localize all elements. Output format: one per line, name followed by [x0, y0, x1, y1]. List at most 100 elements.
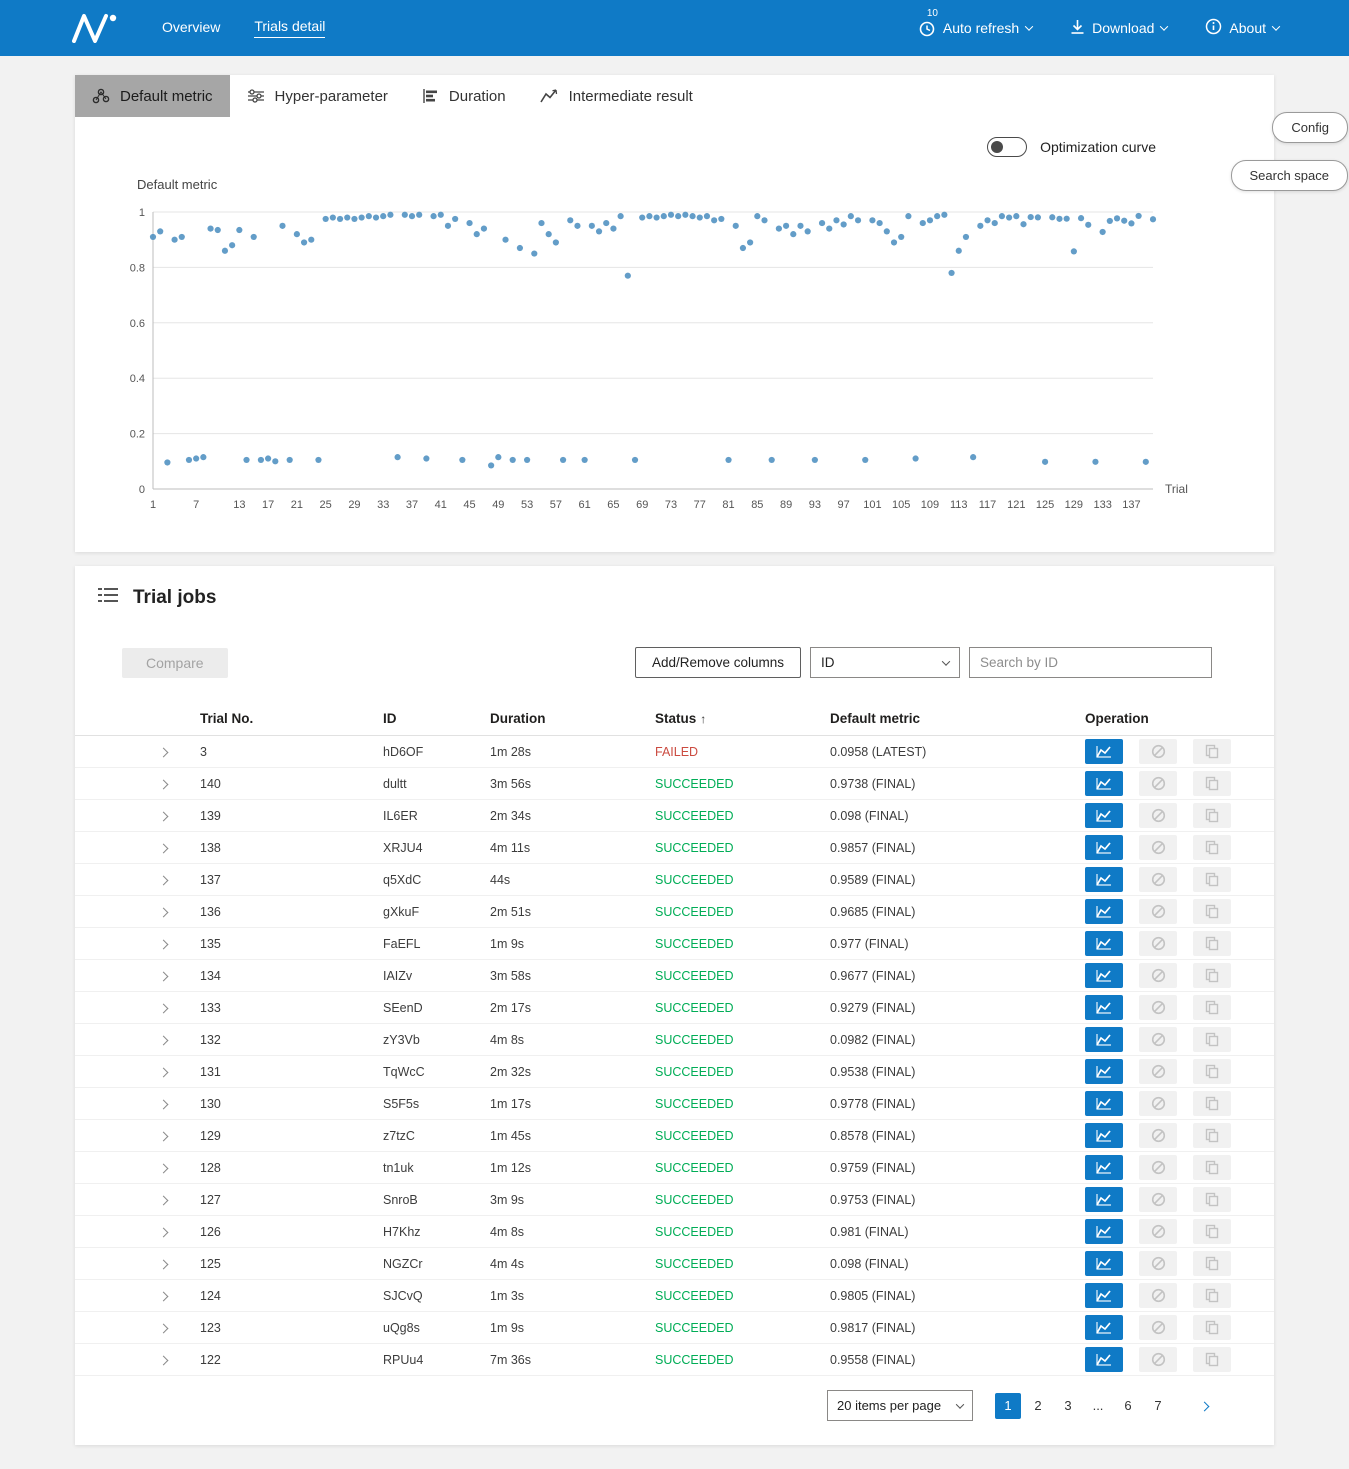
copy-id-button[interactable] — [1193, 1251, 1231, 1276]
row-expand-chevron[interactable] — [159, 779, 169, 789]
col-default-metric[interactable]: Default metric — [830, 711, 1085, 726]
page-button-3[interactable]: 3 — [1055, 1393, 1081, 1419]
kill-job-button[interactable] — [1139, 1219, 1177, 1244]
kill-job-button[interactable] — [1139, 1091, 1177, 1116]
copy-id-button[interactable] — [1193, 1283, 1231, 1308]
copy-id-button[interactable] — [1193, 867, 1231, 892]
copy-id-button[interactable] — [1193, 899, 1231, 924]
intermediate-result-button[interactable] — [1085, 899, 1123, 924]
intermediate-result-button[interactable] — [1085, 867, 1123, 892]
copy-id-button[interactable] — [1193, 931, 1231, 956]
kill-job-button[interactable] — [1139, 1123, 1177, 1148]
row-expand-chevron[interactable] — [159, 1195, 169, 1205]
row-expand-chevron[interactable] — [159, 1291, 169, 1301]
nni-logo[interactable] — [70, 13, 122, 43]
intermediate-result-button[interactable] — [1085, 1251, 1123, 1276]
next-page-button[interactable] — [1193, 1394, 1216, 1417]
download-menu[interactable]: Download — [1070, 19, 1167, 38]
copy-id-button[interactable] — [1193, 771, 1231, 796]
kill-job-button[interactable] — [1139, 1347, 1177, 1372]
page-button-1[interactable]: 1 — [995, 1393, 1021, 1419]
kill-job-button[interactable] — [1139, 1251, 1177, 1276]
row-expand-chevron[interactable] — [159, 1227, 169, 1237]
intermediate-result-button[interactable] — [1085, 835, 1123, 860]
copy-id-button[interactable] — [1193, 835, 1231, 860]
copy-id-button[interactable] — [1193, 1155, 1231, 1180]
row-expand-chevron[interactable] — [159, 1035, 169, 1045]
kill-job-button[interactable] — [1139, 1059, 1177, 1084]
copy-id-button[interactable] — [1193, 1187, 1231, 1212]
row-expand-chevron[interactable] — [159, 1323, 169, 1333]
auto-refresh-menu[interactable]: 10 Auto refresh — [918, 19, 1032, 37]
copy-id-button[interactable] — [1193, 739, 1231, 764]
search-space-button[interactable]: Search space — [1231, 160, 1349, 191]
nav-overview[interactable]: Overview — [162, 19, 220, 38]
intermediate-result-button[interactable] — [1085, 803, 1123, 828]
compare-button[interactable]: Compare — [122, 648, 228, 678]
row-expand-chevron[interactable] — [159, 1099, 169, 1109]
intermediate-result-button[interactable] — [1085, 1315, 1123, 1340]
row-expand-chevron[interactable] — [159, 875, 169, 885]
kill-job-button[interactable] — [1139, 1187, 1177, 1212]
row-expand-chevron[interactable] — [159, 907, 169, 917]
row-expand-chevron[interactable] — [159, 1355, 169, 1365]
row-expand-chevron[interactable] — [159, 1067, 169, 1077]
kill-job-button[interactable] — [1139, 803, 1177, 828]
intermediate-result-button[interactable] — [1085, 771, 1123, 796]
row-expand-chevron[interactable] — [159, 1131, 169, 1141]
kill-job-button[interactable] — [1139, 739, 1177, 764]
intermediate-result-button[interactable] — [1085, 1027, 1123, 1052]
col-trial-no[interactable]: Trial No. — [200, 711, 383, 726]
kill-job-button[interactable] — [1139, 1027, 1177, 1052]
copy-id-button[interactable] — [1193, 995, 1231, 1020]
col-status[interactable]: Status↑ — [655, 711, 830, 726]
items-per-page-dropdown[interactable]: 20 items per page — [827, 1390, 973, 1421]
col-duration[interactable]: Duration — [490, 711, 655, 726]
row-expand-chevron[interactable] — [159, 971, 169, 981]
kill-job-button[interactable] — [1139, 835, 1177, 860]
page-button-2[interactable]: 2 — [1025, 1393, 1051, 1419]
copy-id-button[interactable] — [1193, 1347, 1231, 1372]
row-expand-chevron[interactable] — [159, 939, 169, 949]
intermediate-result-button[interactable] — [1085, 1347, 1123, 1372]
kill-job-button[interactable] — [1139, 867, 1177, 892]
copy-id-button[interactable] — [1193, 1219, 1231, 1244]
intermediate-result-button[interactable] — [1085, 963, 1123, 988]
intermediate-result-button[interactable] — [1085, 995, 1123, 1020]
copy-id-button[interactable] — [1193, 963, 1231, 988]
intermediate-result-button[interactable] — [1085, 1123, 1123, 1148]
tab-intermediate-result[interactable]: Intermediate result — [523, 75, 710, 117]
copy-id-button[interactable] — [1193, 1091, 1231, 1116]
optimization-curve-toggle[interactable] — [987, 137, 1027, 157]
page-button-6[interactable]: 6 — [1115, 1393, 1141, 1419]
row-expand-chevron[interactable] — [159, 1163, 169, 1173]
kill-job-button[interactable] — [1139, 771, 1177, 796]
copy-id-button[interactable] — [1193, 803, 1231, 828]
copy-id-button[interactable] — [1193, 1123, 1231, 1148]
intermediate-result-button[interactable] — [1085, 1155, 1123, 1180]
row-expand-chevron[interactable] — [159, 1259, 169, 1269]
kill-job-button[interactable] — [1139, 1315, 1177, 1340]
row-expand-chevron[interactable] — [159, 747, 169, 757]
kill-job-button[interactable] — [1139, 1283, 1177, 1308]
intermediate-result-button[interactable] — [1085, 1059, 1123, 1084]
kill-job-button[interactable] — [1139, 995, 1177, 1020]
copy-id-button[interactable] — [1193, 1059, 1231, 1084]
add-remove-columns-button[interactable]: Add/Remove columns — [635, 647, 801, 678]
intermediate-result-button[interactable] — [1085, 1187, 1123, 1212]
search-field-dropdown[interactable]: ID — [810, 647, 960, 678]
search-input[interactable] — [969, 647, 1212, 678]
config-button[interactable]: Config — [1272, 112, 1348, 143]
kill-job-button[interactable] — [1139, 963, 1177, 988]
tab-hyper-parameter[interactable]: Hyper-parameter — [230, 75, 405, 117]
copy-id-button[interactable] — [1193, 1027, 1231, 1052]
about-menu[interactable]: About — [1205, 18, 1279, 38]
kill-job-button[interactable] — [1139, 1155, 1177, 1180]
intermediate-result-button[interactable] — [1085, 1091, 1123, 1116]
intermediate-result-button[interactable] — [1085, 1219, 1123, 1244]
intermediate-result-button[interactable] — [1085, 1283, 1123, 1308]
kill-job-button[interactable] — [1139, 899, 1177, 924]
col-id[interactable]: ID — [383, 711, 490, 726]
row-expand-chevron[interactable] — [159, 1003, 169, 1013]
kill-job-button[interactable] — [1139, 931, 1177, 956]
